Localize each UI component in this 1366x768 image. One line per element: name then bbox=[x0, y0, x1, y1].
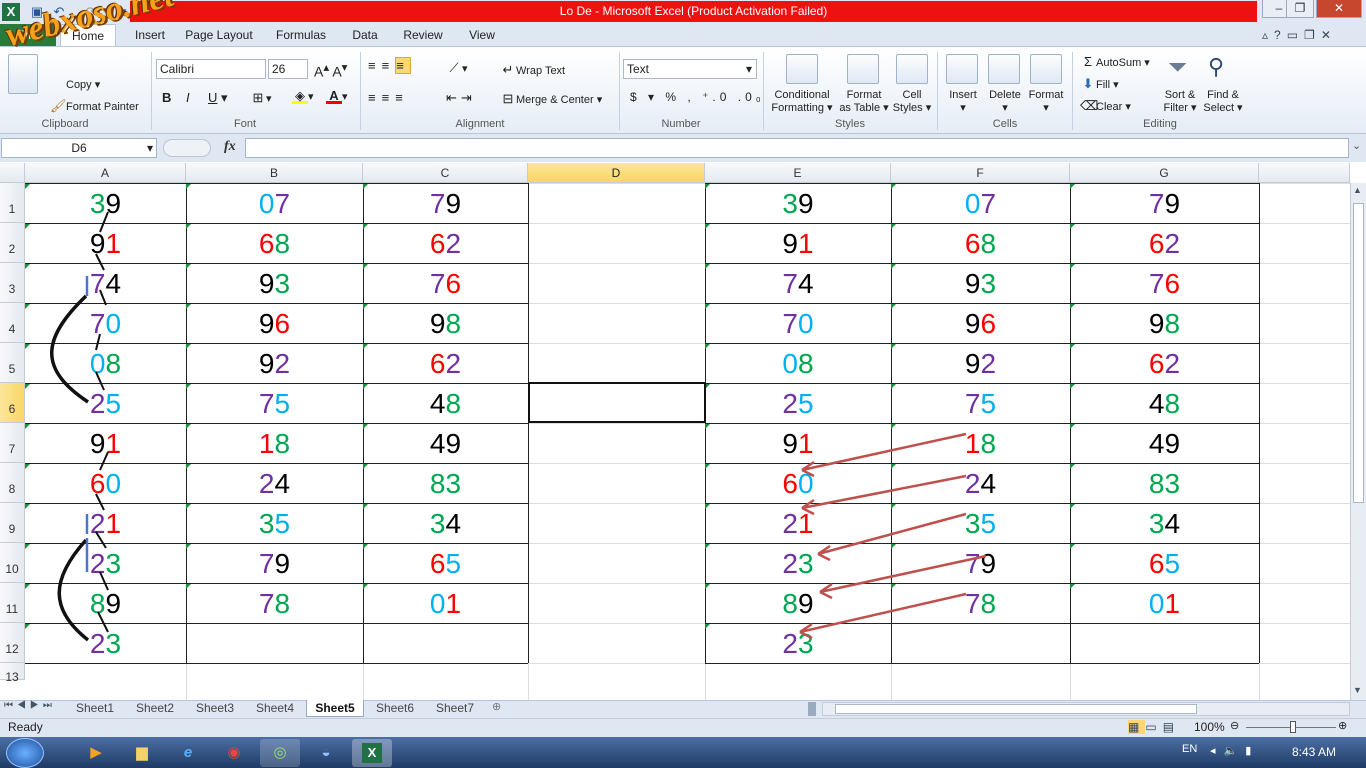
scroll-down-icon: ▼ bbox=[1353, 685, 1362, 695]
tray-arrow-icon: ◂ bbox=[1210, 745, 1224, 757]
curve-line bbox=[57, 538, 90, 642]
horizontal-scrollbar[interactable] bbox=[822, 702, 1350, 716]
volume-icon: 🔈 bbox=[1223, 745, 1246, 757]
sheet-tab-sheet3[interactable]: Sheet3 bbox=[186, 700, 244, 717]
ie-icon[interactable]: e bbox=[168, 739, 208, 767]
insert-sheet-icon[interactable]: ⊕ bbox=[492, 700, 501, 713]
excel-taskbar-icon[interactable]: X bbox=[352, 739, 392, 767]
zoom-slider[interactable]: ⊖ ⊕ bbox=[1230, 720, 1350, 734]
page-layout-view-icon: ▭ bbox=[1145, 720, 1163, 734]
page-break-view-icon: ▤ bbox=[1162, 720, 1181, 734]
media-player-icon[interactable]: ▶ bbox=[76, 739, 116, 767]
annotation-overlay bbox=[50, 211, 987, 642]
zoom-in-icon: ⊕ bbox=[1338, 720, 1348, 732]
sheet-tab-sheet6[interactable]: Sheet6 bbox=[366, 700, 424, 717]
arrow bbox=[799, 592, 967, 640]
sheet-tab-sheet5[interactable]: Sheet5 bbox=[306, 700, 364, 717]
app-icon[interactable]: ◎ bbox=[260, 739, 300, 767]
arrow bbox=[817, 512, 967, 562]
clock[interactable]: 8:43 AM bbox=[1292, 745, 1336, 759]
zigzag-line bbox=[95, 211, 109, 391]
zoom-level[interactable]: 100% bbox=[1194, 720, 1225, 734]
start-orb-icon[interactable] bbox=[6, 738, 44, 768]
tray-icons[interactable]: ◂🔈▮ bbox=[1210, 744, 1259, 757]
normal-view-icon: ▦ bbox=[1128, 720, 1146, 734]
explorer-icon[interactable]: ▆ bbox=[122, 739, 162, 767]
arrows bbox=[799, 432, 987, 640]
sheet-tab-sheet7[interactable]: Sheet7 bbox=[426, 700, 484, 717]
horizontal-scroll-thumb bbox=[835, 704, 1197, 714]
zigzag-strokes bbox=[95, 211, 109, 633]
browser-icon[interactable]: ◒ bbox=[306, 739, 346, 767]
arrow bbox=[819, 554, 987, 600]
sheet-tab-sheet4[interactable]: Sheet4 bbox=[246, 700, 304, 717]
status-text: Ready bbox=[8, 720, 43, 734]
vertical-scrollbar[interactable]: ▲ ▼ bbox=[1350, 183, 1366, 700]
zigzag-line bbox=[95, 451, 109, 633]
sheet-tab-sheet2[interactable]: Sheet2 bbox=[126, 700, 184, 717]
network-icon: ▮ bbox=[1245, 745, 1260, 757]
language-indicator[interactable]: EN bbox=[1182, 743, 1197, 755]
scroll-up-icon: ▲ bbox=[1353, 185, 1362, 195]
tab-split-handle[interactable] bbox=[808, 702, 816, 716]
sheet-tab-sheet1[interactable]: Sheet1 bbox=[66, 700, 124, 717]
arrow bbox=[801, 432, 967, 478]
vertical-scroll-thumb bbox=[1353, 203, 1364, 503]
sheet-nav-buttons[interactable]: ⏮◀▶⏭ bbox=[4, 700, 56, 711]
zoom-thumb bbox=[1290, 721, 1296, 733]
arrow bbox=[801, 474, 967, 516]
zoom-out-icon: ⊖ bbox=[1230, 720, 1240, 732]
chrome-icon[interactable]: ◉ bbox=[214, 739, 254, 767]
view-buttons[interactable]: ▦▭▤ bbox=[1128, 720, 1180, 734]
excel-window: X ▣ ↶ ↷ ▾ Lo De - Microsoft Excel (Produ… bbox=[0, 0, 1366, 768]
curve-line bbox=[50, 294, 89, 404]
